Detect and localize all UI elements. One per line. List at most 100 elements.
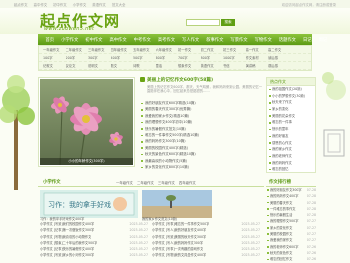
top-link[interactable]: 起点作文 (14, 2, 28, 7)
ranking-item[interactable]: 难忘的回忆作文 07-26 (266, 256, 316, 262)
sub-nav-item[interactable]: 三年级作文 (88, 47, 111, 52)
sub-nav-item[interactable]: 高一作文 (246, 47, 269, 52)
sub-nav-item[interactable]: 100字 (43, 55, 66, 60)
sub-nav-item[interactable]: 初二作文 (201, 47, 224, 52)
nav-item[interactable]: 写景作文 (227, 37, 251, 43)
hot-article-item[interactable]: 我的好朋友 (267, 133, 315, 140)
featured-caption[interactable]: 小小的年龄作文(300字) (40, 158, 133, 165)
sub-nav-row: 100字 200字 300字 400字 500字 600字 700字 800字 1000字 作文素… (39, 54, 311, 62)
sub-nav-item[interactable]: 六年级作文 (156, 47, 179, 52)
sub-nav-item[interactable]: 演讲稿 (246, 63, 269, 68)
ranking-item-title[interactable]: 难忘的回忆作文 (270, 256, 307, 262)
sub-nav-item[interactable]: 1000字 (223, 55, 246, 60)
featured-image-card[interactable]: 小小的年龄作文(300字) (38, 77, 135, 167)
sub-nav-item[interactable]: 读后感 (268, 55, 291, 60)
top-link[interactable]: 范文大全 (112, 2, 126, 7)
sub-nav-item[interactable]: 初三作文 (223, 47, 246, 52)
headline-section: 美丽上的记忆作文600字(58篇) 美丽上的记忆作文600字，那天，天气晴朗，我… (140, 77, 264, 177)
ranking-title: 作文排行榜 (266, 179, 316, 187)
sub-nav-item[interactable]: 想象作文 (178, 63, 201, 68)
list-item[interactable]: 小学作文 [写景]家乡的小河作文300字 2023-05-27 (40, 252, 152, 258)
list-item-title[interactable]: 小学作文 [写物]我的文具盒作文400字 (152, 252, 206, 258)
section-tab[interactable]: 二年级作文 (137, 180, 154, 185)
section-tab[interactable]: 四年级作文 (179, 180, 196, 185)
top-welcome-text: 欢迎访问起点作文网，请注册或登录 (281, 3, 336, 7)
sub-nav-item[interactable]: 作文素材 (246, 55, 269, 60)
article-list: 小学作文 [写景]我们的校园作文400字 2023-05-27 小学作文 [写事]难… (40, 221, 264, 259)
headline-item[interactable]: 家乡的变化作文800字(10篇) (140, 164, 264, 170)
search-input[interactable] (186, 19, 220, 26)
sub-nav-item[interactable]: 散文 (111, 63, 134, 68)
sub-nav-item[interactable]: 600字 (156, 55, 179, 60)
sub-nav-item[interactable]: 200字 (66, 55, 89, 60)
hot-article-item[interactable]: 美丽的花朵作文 (267, 113, 315, 120)
hot-article-item[interactable]: 快乐的童年 (267, 126, 315, 133)
hot-article-item[interactable]: 我的祖国作文(20篇) (267, 86, 315, 93)
sub-nav-item[interactable]: 300字 (88, 55, 111, 60)
top-links: 起点作文 高中作文 初中作文 小学作文 英语作文 范文大全 (14, 2, 125, 7)
headline-title[interactable]: 美丽上的记忆作文600字(58篇) (140, 77, 264, 83)
sub-nav-item[interactable]: 一年级作文 (43, 47, 66, 52)
nav-item[interactable]: 写人作文 (179, 37, 203, 43)
nav-item[interactable]: 高考作文 (154, 37, 178, 43)
sub-nav-item[interactable]: 说明文 (88, 63, 111, 68)
search-button[interactable]: 搜索 (221, 19, 235, 26)
sub-nav-item[interactable]: 700字 (178, 55, 201, 60)
nav-item[interactable]: 中考作文 (130, 37, 154, 43)
nav-item[interactable]: 话题作文 (275, 37, 299, 43)
sub-nav-item[interactable]: 500字 (133, 55, 156, 60)
sub-nav-item[interactable]: 议论文 (66, 63, 89, 68)
sub-nav-item[interactable]: 五年级作文 (133, 47, 156, 52)
sub-nav-item[interactable]: 高二作文 (268, 47, 291, 52)
hot-articles-list: 我的祖国作文(20篇) 小小的梦想作文(30篇) 秋天来了作文 家乡的变化 美丽的花朵作… (267, 86, 315, 173)
hot-article-item[interactable]: 我的家乡作文 (267, 146, 315, 153)
sub-nav-item[interactable]: 800字 (201, 55, 224, 60)
sub-nav-item[interactable]: 诗歌 (133, 63, 156, 68)
nav-item[interactable]: 初中作文 (82, 37, 106, 43)
sub-nav-item[interactable]: 四年级作文 (111, 47, 134, 52)
section-tab[interactable]: 一年级作文 (116, 180, 133, 185)
hot-article-item[interactable]: 我的老师作文 (267, 153, 315, 160)
sub-nav-item[interactable]: 初一作文 (178, 47, 201, 52)
sub-nav-item[interactable]: 二年级作文 (66, 47, 89, 52)
hot-article-item[interactable]: 难忘的回忆 (267, 166, 315, 173)
hot-article-item[interactable]: 小小的梦想作文(30篇) (267, 93, 315, 100)
section-tab[interactable]: 三年级作文 (158, 180, 175, 185)
nav-item[interactable]: 首页 (42, 37, 58, 43)
hot-article-item[interactable]: 难忘的一件事 (267, 119, 315, 126)
leaf-decoration-icon (322, 72, 346, 157)
list-item-title[interactable]: 小学作文 [写景]家乡的小河作文300字 (40, 252, 94, 258)
hot-articles-title: 热点作文 (267, 78, 315, 86)
sub-nav-item[interactable]: 记叙文 (43, 63, 66, 68)
site-logo-url: www.zuowen5.net (44, 26, 95, 32)
sub-nav-item[interactable]: 书信 (223, 63, 246, 68)
article-thumbnail-2[interactable] (142, 190, 212, 218)
sub-nav-item[interactable]: 观后感 (268, 63, 291, 68)
featured-flower-image (40, 79, 133, 165)
nav-item[interactable]: 叙事作文 (203, 37, 227, 43)
sub-nav-item[interactable]: 童话 (156, 63, 179, 68)
ranking-list: 我的好朋友作文300字 07-28 我的妈妈作文400字 07-28 美丽的春天作文 07… (266, 187, 316, 263)
sub-nav-item[interactable]: 400字 (111, 55, 134, 60)
top-link[interactable]: 小学作文 (73, 2, 87, 7)
top-link[interactable]: 英语作文 (92, 2, 106, 7)
section-header: 小学作文 一年级作文 二年级作文 三年级作文 四年级作文 (38, 179, 264, 187)
hot-article-item[interactable]: 感恩的心作文 (267, 140, 315, 147)
article-thumbnail-1[interactable]: 习作：我的拿手好戏 (40, 190, 138, 218)
section-title[interactable]: 小学作文 (43, 179, 61, 185)
sub-nav-item[interactable]: 英语作文 (201, 63, 224, 68)
top-link[interactable]: 高中作文 (34, 2, 48, 7)
nav-item[interactable]: 小学作文 (58, 37, 82, 43)
hot-article-item[interactable]: 家乡的变化 (267, 106, 315, 113)
section-tabs: 一年级作文 二年级作文 三年级作文 四年级作文 (116, 180, 196, 185)
top-bar: 起点作文 高中作文 初中作文 小学作文 英语作文 范文大全 欢迎访问起点作文网，请注册或登… (0, 0, 350, 8)
nav-item[interactable]: 日记 (299, 37, 315, 43)
ranking-item-date: 07-26 (306, 257, 316, 262)
hot-article-item[interactable]: 我的妈妈作文 (267, 160, 315, 167)
nav-item[interactable]: 写物作文 (251, 37, 275, 43)
list-item[interactable]: 小学作文 [写物]我的文具盒作文400字 2023-05-27 (152, 252, 264, 258)
nav-item[interactable]: 高中作文 (106, 37, 130, 43)
nav-item[interactable]: 周记 (315, 37, 331, 43)
hot-article-item[interactable]: 秋天来了作文 (267, 99, 315, 106)
top-link[interactable]: 初中作文 (53, 2, 67, 7)
